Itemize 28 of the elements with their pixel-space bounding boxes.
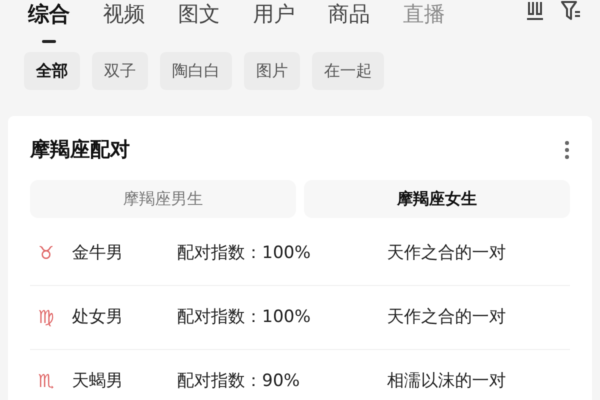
filter-chip[interactable]: 双子 xyxy=(92,52,148,90)
zodiac-symbol: ♍ xyxy=(37,306,56,330)
sign-name: 金牛男 xyxy=(72,242,124,265)
zodiac-symbol: ♏ xyxy=(37,370,56,394)
tab[interactable]: 用户 xyxy=(253,0,295,29)
segment-tab[interactable]: 摩羯座男生 xyxy=(30,180,296,218)
filter-icon[interactable] xyxy=(560,0,582,22)
tab[interactable]: 综合 xyxy=(28,0,70,29)
match-index: 配对指数：100% xyxy=(177,242,312,265)
tab[interactable]: 视频 xyxy=(103,0,145,29)
filter-chip[interactable]: 图片 xyxy=(244,52,300,90)
sign-name: 天蝎男 xyxy=(72,370,124,393)
segment-tab[interactable]: 摩羯座女生 xyxy=(304,180,570,218)
filter-chip[interactable]: 在一起 xyxy=(312,52,384,90)
match-description: 天作之合的一对 xyxy=(387,306,506,329)
match-index: 配对指数：100% xyxy=(177,306,312,329)
tab[interactable]: 图文 xyxy=(178,0,220,29)
match-description: 天作之合的一对 xyxy=(387,242,506,265)
card-title: 摩羯座配对 xyxy=(30,136,130,163)
match-description: 相濡以沫的一对 xyxy=(387,370,506,393)
tab[interactable]: 商品 xyxy=(328,0,370,29)
match-index: 配对指数：90% xyxy=(177,370,301,393)
filter-chip[interactable]: 全部 xyxy=(24,52,80,90)
sign-name: 处女男 xyxy=(72,306,124,329)
filter-chip[interactable]: 陶白白 xyxy=(160,52,232,90)
zodiac-symbol: ♉ xyxy=(37,242,56,266)
columns-icon[interactable] xyxy=(524,1,546,21)
more-icon[interactable] xyxy=(564,140,570,160)
